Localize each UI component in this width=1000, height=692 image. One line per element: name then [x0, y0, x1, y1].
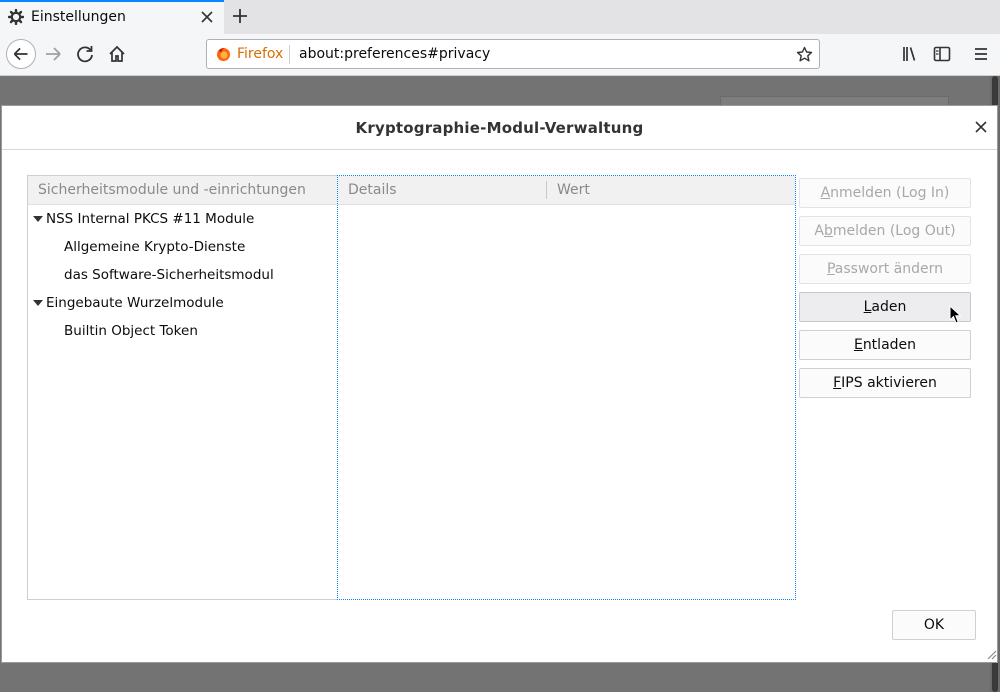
tree-row-label: NSS Internal PKCS #11 Module: [46, 211, 255, 227]
tree-row-label: Allgemeine Krypto-Dienste: [64, 239, 246, 255]
close-icon[interactable]: [974, 120, 988, 134]
tree-row-label: Eingebaute Wurzelmodule: [46, 295, 224, 311]
tree-column-header[interactable]: Sicherheitsmodule und -einrichtungen: [28, 176, 337, 205]
tab-title: Einstellungen: [31, 9, 126, 25]
close-tab-icon[interactable]: [200, 10, 214, 24]
security-modules-tree[interactable]: Sicherheitsmodule und -einrichtungen NSS…: [27, 175, 337, 600]
sidebar-icon[interactable]: [932, 44, 952, 64]
url-bar[interactable]: Firefox about:preferences#privacy: [206, 39, 820, 69]
tree-row-software-security[interactable]: das Software-Sicherheitsmodul: [28, 261, 337, 289]
column-divider[interactable]: [546, 181, 547, 199]
navigation-toolbar: Firefox about:preferences#privacy: [0, 34, 1000, 76]
forward-icon[interactable]: [38, 39, 68, 69]
details-header: Details Wert: [338, 176, 795, 205]
mouse-cursor-icon: [949, 305, 962, 324]
login-button[interactable]: Anmelden (Log In): [799, 178, 971, 208]
tree-row-label: Builtin Object Token: [64, 323, 198, 339]
tree-row-builtin-token[interactable]: Builtin Object Token: [28, 317, 337, 345]
enable-fips-button[interactable]: FIPS aktivieren: [799, 368, 971, 398]
gear-icon: [8, 9, 24, 25]
menu-hamburger-icon[interactable]: [971, 44, 991, 64]
identity-label[interactable]: Firefox: [237, 46, 283, 62]
logout-button[interactable]: Abmelden (Log Out): [799, 216, 971, 246]
value-column-header[interactable]: Wert: [557, 176, 590, 204]
load-button[interactable]: Laden: [799, 292, 971, 322]
tab-einstellungen[interactable]: Einstellungen: [0, 0, 224, 34]
tab-strip: Einstellungen: [0, 0, 1000, 34]
firefox-icon: [216, 47, 231, 62]
crypto-module-dialog: Kryptographie-Modul-Verwaltung Sicherhei…: [1, 105, 998, 663]
unload-button[interactable]: Entladen: [799, 330, 971, 360]
ok-button[interactable]: OK: [892, 610, 976, 640]
home-icon[interactable]: [102, 39, 132, 69]
bookmark-star-icon[interactable]: [796, 46, 813, 63]
expanded-twisty-icon[interactable]: [33, 216, 43, 222]
expanded-twisty-icon[interactable]: [33, 300, 43, 306]
details-table[interactable]: Details Wert: [337, 175, 796, 600]
url-separator: [289, 45, 290, 64]
dialog-title: Kryptographie-Modul-Verwaltung: [355, 119, 644, 137]
resize-grip-icon[interactable]: [985, 648, 997, 660]
url-text[interactable]: about:preferences#privacy: [299, 46, 490, 62]
new-tab-icon[interactable]: [231, 7, 249, 25]
change-password-button[interactable]: Passwort ändern: [799, 254, 971, 284]
details-column-header[interactable]: Details: [348, 176, 397, 204]
back-icon[interactable]: [6, 39, 36, 69]
reload-icon[interactable]: [70, 39, 100, 69]
tree-row-nss-internal[interactable]: NSS Internal PKCS #11 Module: [28, 205, 337, 233]
tree-row-builtin-roots[interactable]: Eingebaute Wurzelmodule: [28, 289, 337, 317]
tree-row-label: das Software-Sicherheitsmodul: [64, 267, 274, 283]
library-icon[interactable]: [900, 44, 920, 64]
dialog-header: Kryptographie-Modul-Verwaltung: [2, 106, 997, 150]
tree-row-general-crypto[interactable]: Allgemeine Krypto-Dienste: [28, 233, 337, 261]
